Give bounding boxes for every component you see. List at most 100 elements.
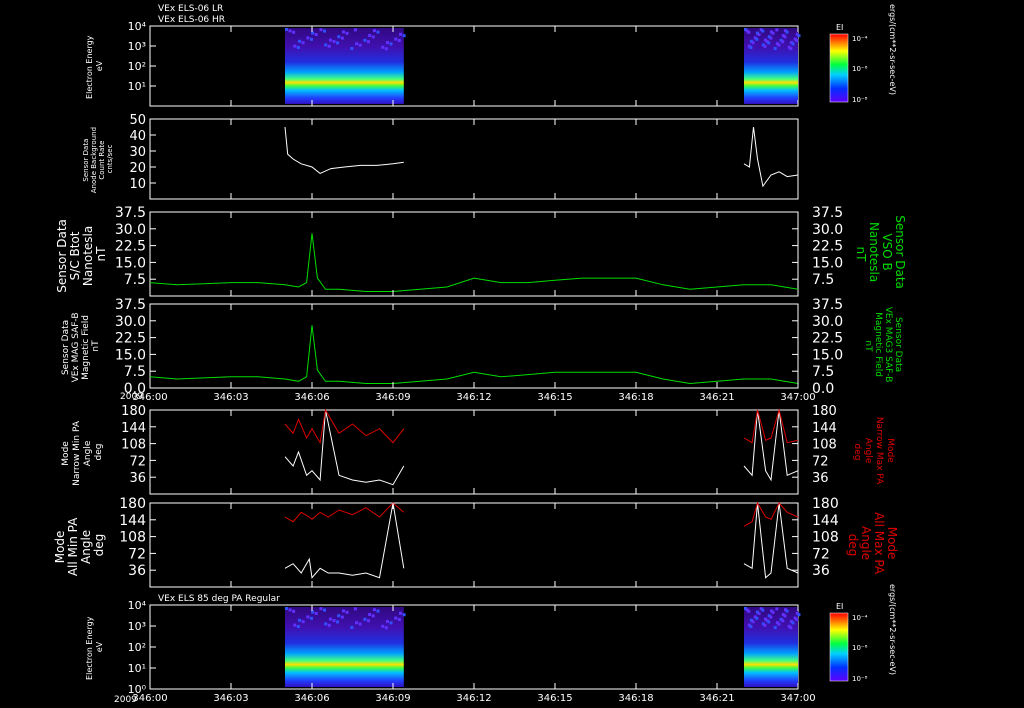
spectrogram-speckle	[797, 34, 801, 38]
colorbar1-unit: ergs/(cm**2-sr-sec-eV)	[888, 4, 897, 95]
y-tick-label: 144	[121, 421, 146, 436]
spectrogram-speckle	[288, 29, 292, 33]
spectrogram-speckle	[345, 610, 349, 614]
x-tick-label: 346:00	[132, 392, 167, 403]
y-tick-label: 10	[129, 177, 146, 192]
y-tick-label-right: 30.0	[812, 314, 843, 330]
ylabel-pa-narrow: Mode Narrow Min PA Angle deg	[61, 418, 104, 486]
y-tick-label: 15.0	[115, 255, 146, 271]
panel7-title: VEx ELS 85 deg PA Regular	[158, 594, 280, 604]
y-tick-label: 7.5	[124, 272, 146, 288]
spectrogram-speckle	[292, 30, 296, 34]
y-tick-label: 36	[129, 471, 146, 486]
y-tick-label-right: 15.0	[812, 255, 843, 271]
ylabel-background: Sensor Data Anode Background Count Rate …	[82, 125, 114, 193]
spectrogram-speckle	[368, 34, 372, 37]
spectrogram-speckle	[355, 621, 359, 625]
x-tick-label: 347:00	[780, 693, 815, 704]
spectrogram-speckle	[358, 622, 362, 626]
spectrogram-speckle	[323, 608, 327, 612]
spectrogram-speckle	[783, 614, 787, 618]
spectrogram-speckle	[296, 625, 300, 628]
x-tick-label: 346:15	[537, 392, 572, 403]
y-tick-label: 36	[128, 563, 146, 579]
y-tick-label: 37.5	[115, 297, 146, 313]
spectrogram-speckle	[385, 41, 389, 44]
panel-frame-pa-all	[149, 502, 799, 588]
y-tick-label-right: 72	[812, 454, 829, 469]
colorbar2-tick: 10⁻⁸	[852, 675, 868, 683]
ylabel-spec2: Electron Energy eV	[85, 614, 104, 680]
spectrogram-block	[285, 28, 404, 104]
y-tick-label: 40	[129, 129, 146, 144]
spectrogram-speckle	[342, 30, 346, 34]
panel-frame-spec1	[149, 25, 799, 107]
y-tick-label: 144	[119, 513, 146, 529]
panel-frame-background	[149, 118, 799, 200]
spectrogram-speckle	[288, 608, 292, 612]
spectrogram-speckle	[371, 614, 375, 618]
spectrogram-speckle	[769, 36, 773, 40]
spectrogram-speckle	[775, 28, 779, 32]
y-tick-label-right: 15.0	[812, 347, 843, 363]
spectrogram-speckle	[285, 607, 288, 610]
y-tick-label-right: 22.5	[812, 331, 843, 347]
x-tick-label: 346:09	[375, 693, 410, 704]
y-tick-label: 20	[129, 161, 146, 176]
spectrogram-block	[285, 607, 404, 687]
spectrogram-speckle	[332, 40, 336, 43]
spectrogram-speckle	[763, 44, 767, 48]
spectrogram-speckle	[757, 33, 761, 36]
ylabel-bmag-saf: Sensor Data VEx MAG SAF-B Magnetic Field…	[61, 310, 101, 383]
y-tick-label-right: 37.5	[812, 297, 843, 313]
spectrogram-speckle	[397, 39, 401, 42]
spectrogram-speckle	[771, 610, 775, 614]
series-line-red	[743, 408, 799, 444]
x-tick-label: 346:09	[375, 392, 410, 403]
spectrogram-speckle	[336, 41, 340, 45]
spectrogram-speckle	[777, 43, 781, 47]
spectrogram-speckle	[371, 35, 375, 39]
spectrogram-speckle	[785, 30, 789, 34]
spectrogram-speckle	[385, 620, 389, 623]
spectrogram-speckle	[314, 33, 318, 36]
spectrogram-speckle	[353, 607, 357, 611]
spectrogram-speckle	[757, 612, 761, 615]
x-tick-label: 346:18	[618, 693, 653, 704]
spectrogram-speckle	[319, 607, 323, 611]
spectrogram-speckle	[381, 624, 385, 628]
spectrogram-speckle	[314, 612, 318, 615]
spectrogram-speckle	[363, 38, 367, 42]
spectrogram-speckle	[345, 31, 349, 35]
spectrogram-speckle	[791, 42, 795, 46]
spectrogram-speckle	[795, 39, 799, 42]
spectrogram-speckle	[763, 623, 767, 627]
x-tick-label: 346:03	[213, 392, 248, 403]
spectrogram-speckle	[324, 43, 328, 47]
y-tick-label-right: 36	[812, 471, 829, 486]
spectrogram-speckle	[363, 617, 367, 621]
panel-frame-bmag-saf	[149, 303, 799, 389]
y-tick-label: 22.5	[115, 239, 146, 255]
y-tick-label: 15.0	[115, 347, 146, 363]
header-line2: VEx ELS-06 HR	[158, 15, 225, 25]
x-tick-label: 346:12	[456, 693, 491, 704]
spectrogram-speckle	[355, 42, 359, 46]
ylabel-right-bmag-saf: Sensor Data VEx MAG3 SAF-B Magnetic Fiel…	[863, 307, 903, 386]
y-tick-label: 72	[128, 546, 146, 562]
ylabel-right-pa-all: Mode All Max PA Angle deg	[846, 512, 899, 578]
spectrogram-speckle	[372, 29, 376, 33]
y-tick-label: 10³	[128, 620, 146, 633]
spectrogram-speckle	[353, 28, 357, 32]
spectrogram-speckle	[340, 615, 344, 619]
x-tick-label: 346:18	[618, 392, 653, 403]
spectrogram-speckle	[293, 44, 297, 48]
spectrogram-speckle	[372, 608, 376, 612]
y-tick-label: 10⁴	[128, 20, 147, 33]
colorbar2	[829, 612, 849, 682]
spectrogram-speckle	[328, 617, 332, 621]
spectrogram-speckle	[384, 47, 388, 51]
ylabel-bmag-sc: Sensor Data S/C Btot Nanotesla nT	[55, 215, 108, 292]
panel-frame-bmag-sc	[149, 211, 799, 297]
spectrogram-speckle	[402, 613, 406, 617]
